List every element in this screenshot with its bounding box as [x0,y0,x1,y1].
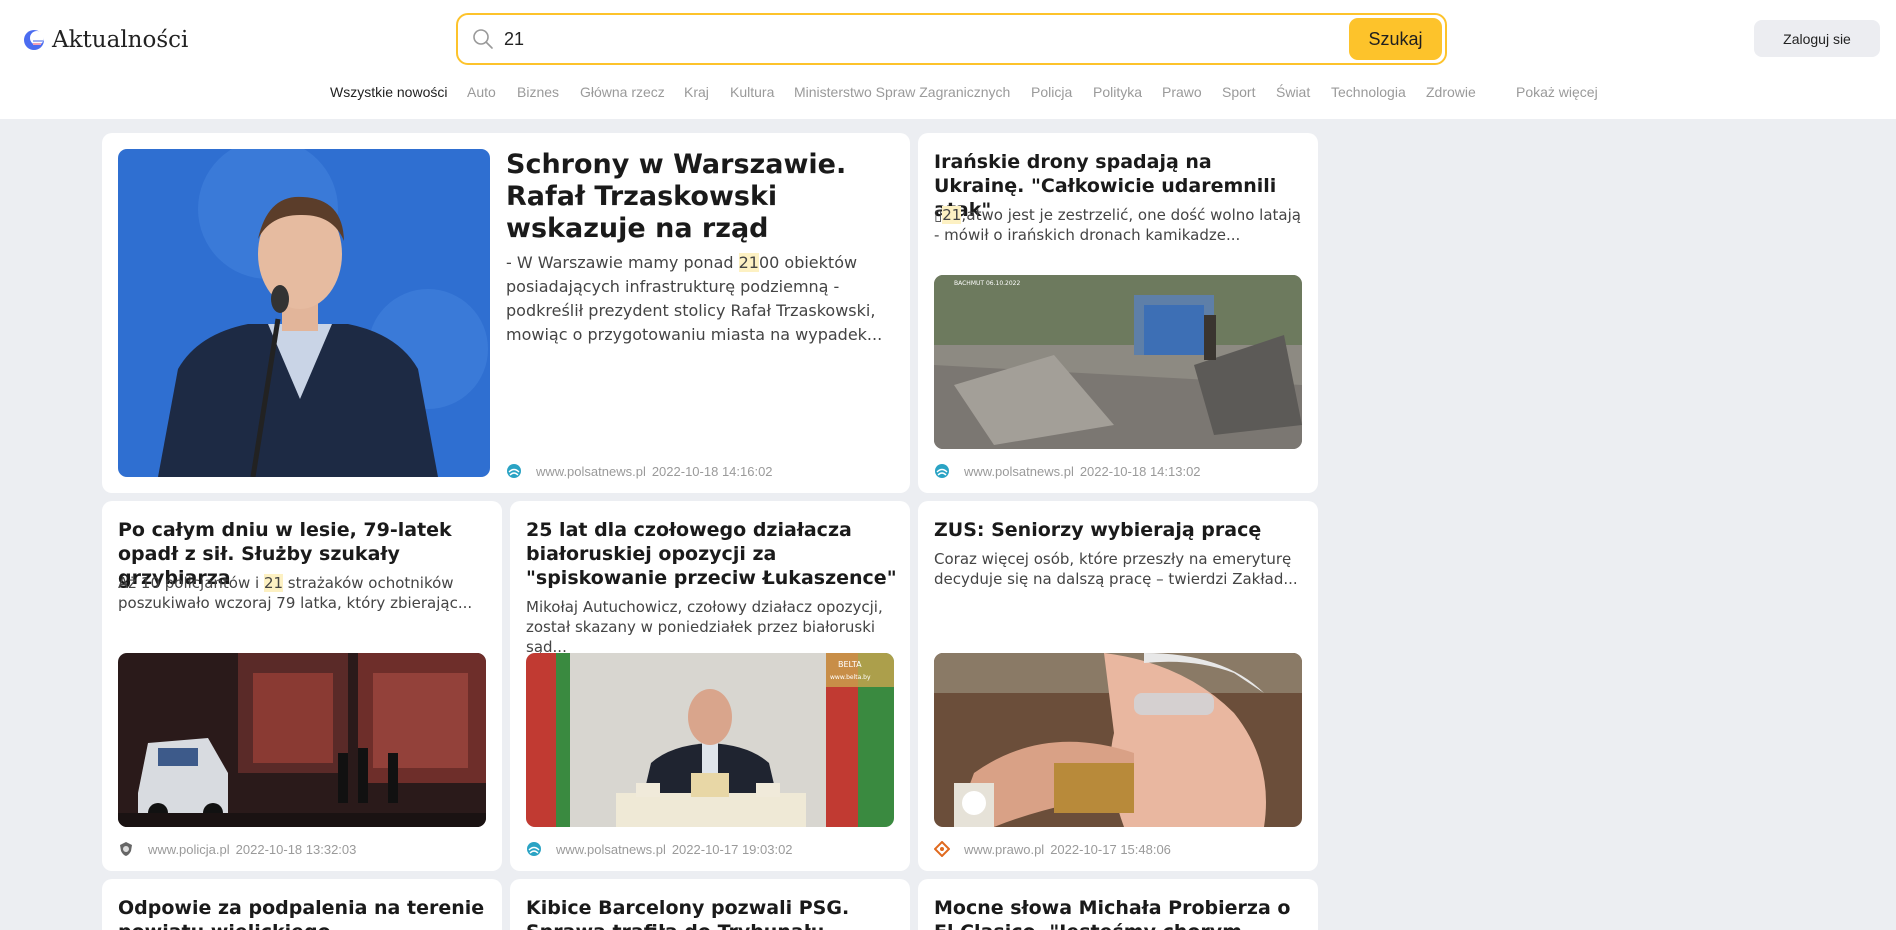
search-icon [472,28,494,50]
source-name[interactable]: www.policja.pl [148,842,230,857]
article-source: www.polsatnews.pl 2022-10-17 19:03:02 [526,841,793,857]
article-title[interactable]: Odpowie za podpalenia na terenie powiatu… [118,896,492,930]
article-image[interactable]: BACHMUT 06.10.2022 [934,275,1302,449]
article-source: www.policja.pl 2022-10-18 13:32:03 [118,841,356,857]
article-description: ▯21;atwo jest je zestrzelić, one dość wo… [934,206,1301,244]
source-date: 2022-10-18 14:13:02 [1079,463,1201,479]
article-title[interactable]: ZUS: Seniorzy wybierają pracę [934,518,1304,542]
source-date: 2022-10-17 19:03:02 [671,841,793,857]
article-card[interactable]: Kibice Barcelony pozwali PSG. Sprawa tra… [510,879,910,930]
polsatnews-icon [934,463,950,479]
article-card[interactable]: ZUS: Seniorzy wybierają pracę Coraz więc… [918,501,1318,871]
image-caption: BACHMUT 06.10.2022 [954,280,1020,287]
nav-item-technology[interactable]: Technologia [1331,84,1406,100]
header: Aktualności Szukaj Zaloguj sie Wszystkie… [0,0,1896,119]
nav-item-culture[interactable]: Kultura [730,84,774,100]
prawo-icon [933,840,951,858]
source-name[interactable]: www.polsatnews.pl [964,464,1074,479]
article-card[interactable]: Irańskie drony spadają na Ukrainę. "Całk… [918,133,1318,493]
article-image[interactable] [118,149,490,477]
article-source: www.prawo.pl 2022-10-17 15:48:06 [933,840,1171,858]
category-nav: Wszystkie nowości Auto Biznes Główna rze… [0,82,1896,104]
nav-item-health[interactable]: Zdrowie [1426,84,1476,100]
article-card[interactable]: Odpowie za podpalenia na terenie powiatu… [102,879,502,930]
article-source: www.polsatnews.pl 2022-10-18 14:13:02 [934,463,1201,479]
nav-item-law[interactable]: Prawo [1162,84,1202,100]
logo-text: Aktualności [52,27,189,53]
source-date: 2022-10-17 15:48:06 [1050,841,1171,857]
search-box: Szukaj [456,13,1447,65]
image-watermark-url: www.belta.by [830,674,871,681]
search-highlight: 21 [263,574,284,592]
source-date: 2022-10-18 14:16:02 [651,463,773,479]
nav-item-foreign-affairs[interactable]: Ministerstwo Spraw Zagranicznych [794,84,1010,100]
article-source: www.polsatnews.pl 2022-10-18 14:16:02 [506,463,773,479]
article-card[interactable]: Po całym dniu w lesie, 79-latek opadł z … [102,501,502,871]
policja-icon [118,841,134,857]
source-name[interactable]: www.prawo.pl [964,842,1044,857]
logo-icon [22,28,46,52]
article-title[interactable]: Mocne słowa Michała Probierza o El Clasi… [934,896,1304,930]
polsatnews-icon [506,463,522,479]
article-card[interactable]: Mocne słowa Michała Probierza o El Clasi… [918,879,1318,930]
article-image[interactable]: BELTA www.belta.by [526,653,894,827]
article-description: - W Warszawie mamy ponad 2100 obiektów p… [506,253,883,344]
source-date: 2022-10-18 13:32:03 [235,841,357,857]
article-title[interactable]: Schrony w Warszawie. Rafał Trzaskowski w… [506,149,896,245]
login-button[interactable]: Zaloguj sie [1754,20,1880,57]
source-name[interactable]: www.polsatnews.pl [536,464,646,479]
search-button[interactable]: Szukaj [1349,18,1442,60]
nav-item-auto[interactable]: Auto [467,84,496,100]
article-card[interactable]: 25 lat dla czołowego działacza białorusk… [510,501,910,871]
nav-item-main[interactable]: Główna rzecz [580,84,665,100]
article-description: Aż 10 policjantów i 21 strażaków ochotni… [118,574,473,612]
image-watermark: BELTA [838,660,862,669]
article-title[interactable]: 25 lat dla czołowego działacza białorusk… [526,518,900,590]
article-card-featured[interactable]: Schrony w Warszawie. Rafał Trzaskowski w… [102,133,910,493]
search-highlight: 21 [738,253,759,272]
nav-item-world[interactable]: Świat [1276,84,1310,100]
nav-item-country[interactable]: Kraj [684,84,709,100]
search-input[interactable] [504,19,1349,59]
nav-item-all[interactable]: Wszystkie nowości [330,84,447,100]
search-highlight: 21 [942,206,962,224]
nav-item-politics[interactable]: Polityka [1093,84,1142,100]
nav-item-police[interactable]: Policja [1031,84,1072,100]
article-image[interactable] [118,653,486,827]
nav-more-button[interactable]: Pokaż więcej [1516,84,1598,100]
article-title[interactable]: Kibice Barcelony pozwali PSG. Sprawa tra… [526,896,900,930]
nav-item-sport[interactable]: Sport [1222,84,1255,100]
polsatnews-icon [526,841,542,857]
article-image[interactable] [934,653,1302,827]
logo[interactable]: Aktualności [22,26,188,54]
nav-item-business[interactable]: Biznes [517,84,559,100]
article-description: Coraz więcej osób, które przeszły na eme… [934,550,1298,588]
article-description: Mikołaj Autuchowicz, czołowy działacz op… [526,598,883,656]
source-name[interactable]: www.polsatnews.pl [556,842,666,857]
